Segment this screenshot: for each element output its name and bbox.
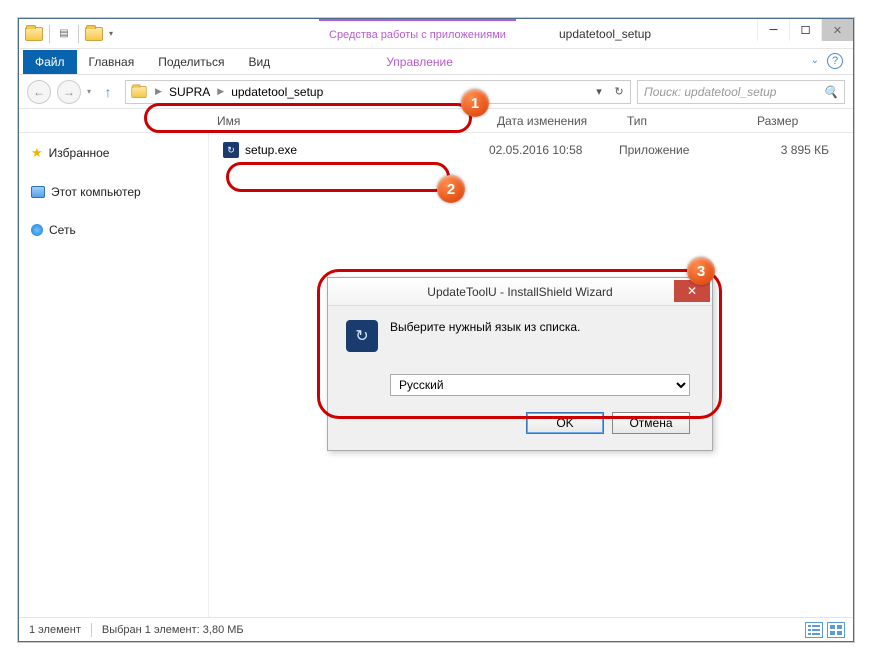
- annotation-badge-1: 1: [461, 89, 489, 117]
- col-type[interactable]: Тип: [619, 114, 749, 128]
- window-title: updatetool_setup: [559, 19, 651, 49]
- annotation-box-1: [144, 103, 472, 133]
- up-button[interactable]: ↑: [97, 81, 119, 103]
- file-type: Приложение: [619, 143, 749, 157]
- sidebar: ★ Избранное Этот компьютер Сеть: [19, 133, 209, 617]
- sidebar-network[interactable]: Сеть: [19, 219, 208, 241]
- search-input[interactable]: Поиск: updatetool_setup 🔍: [637, 80, 845, 104]
- tab-share[interactable]: Поделиться: [146, 50, 236, 74]
- annotation-badge-2: 2: [437, 175, 465, 203]
- col-size[interactable]: Размер: [749, 114, 849, 128]
- minimize-button[interactable]: ─: [757, 19, 789, 41]
- network-icon: [31, 224, 43, 236]
- status-count: 1 элемент: [29, 624, 81, 636]
- explorer-window: ▤ ▾ Средства работы с приложениями updat…: [18, 18, 854, 642]
- forward-button[interactable]: →: [57, 80, 81, 104]
- star-icon: ★: [31, 145, 43, 161]
- sidebar-favorites-label: Избранное: [49, 146, 110, 160]
- refresh-icon[interactable]: ↻: [610, 83, 628, 101]
- view-thumbnails-icon[interactable]: [827, 622, 845, 638]
- history-dropdown-icon[interactable]: ▾: [87, 87, 91, 96]
- qat-properties-icon[interactable]: ▤: [56, 26, 72, 42]
- contextual-tab-header: Средства работы с приложениями: [319, 19, 516, 49]
- qat-dropdown-icon[interactable]: ▾: [109, 29, 113, 38]
- folder-icon: [25, 27, 43, 41]
- ribbon-tabs: Файл Главная Поделиться Вид Управление ⌄…: [19, 49, 853, 75]
- file-name: setup.exe: [245, 143, 297, 157]
- sidebar-computer[interactable]: Этот компьютер: [19, 181, 208, 203]
- back-button[interactable]: ←: [27, 80, 51, 104]
- search-placeholder: Поиск: updatetool_setup: [644, 85, 776, 99]
- annotation-box-3: [317, 269, 722, 419]
- status-selection: Выбран 1 элемент: 3,80 МБ: [102, 624, 244, 636]
- annotation-badge-3: 3: [687, 257, 715, 285]
- address-bar[interactable]: ▶ SUPRA ▶ updatetool_setup ▾ ↻: [125, 80, 631, 104]
- tab-home[interactable]: Главная: [77, 50, 147, 74]
- file-row[interactable]: ↻ setup.exe 02.05.2016 10:58 Приложение …: [209, 139, 853, 161]
- sidebar-network-label: Сеть: [49, 223, 76, 237]
- tab-file[interactable]: Файл: [23, 50, 77, 74]
- file-size: 3 895 КБ: [749, 143, 849, 157]
- status-bar: 1 элемент Выбран 1 элемент: 3,80 МБ: [19, 617, 853, 641]
- ribbon-expand-icon[interactable]: ⌄: [811, 55, 819, 66]
- tab-manage[interactable]: Управление: [374, 50, 465, 74]
- address-dropdown-icon[interactable]: ▾: [590, 83, 608, 101]
- qat-newfolder-icon[interactable]: [85, 27, 103, 41]
- view-details-icon[interactable]: [805, 622, 823, 638]
- search-icon: 🔍: [823, 85, 838, 99]
- chevron-right-icon[interactable]: ▶: [152, 86, 165, 97]
- installer-icon: ↻: [223, 142, 239, 158]
- breadcrumb-1[interactable]: SUPRA: [169, 85, 210, 99]
- chevron-right-icon[interactable]: ▶: [214, 86, 227, 97]
- close-button[interactable]: ✕: [821, 19, 853, 41]
- sidebar-favorites[interactable]: ★ Избранное: [19, 141, 208, 165]
- help-icon[interactable]: ?: [827, 53, 843, 69]
- titlebar: ▤ ▾ Средства работы с приложениями updat…: [19, 19, 853, 49]
- sidebar-computer-label: Этот компьютер: [51, 185, 141, 199]
- computer-icon: [31, 186, 45, 198]
- annotation-box-2: [226, 162, 450, 192]
- tab-view[interactable]: Вид: [236, 50, 282, 74]
- breadcrumb-2[interactable]: updatetool_setup: [231, 85, 323, 99]
- address-folder-icon: [131, 86, 146, 98]
- file-date: 02.05.2016 10:58: [489, 143, 619, 157]
- col-date[interactable]: Дата изменения: [489, 114, 619, 128]
- maximize-button[interactable]: ☐: [789, 19, 821, 41]
